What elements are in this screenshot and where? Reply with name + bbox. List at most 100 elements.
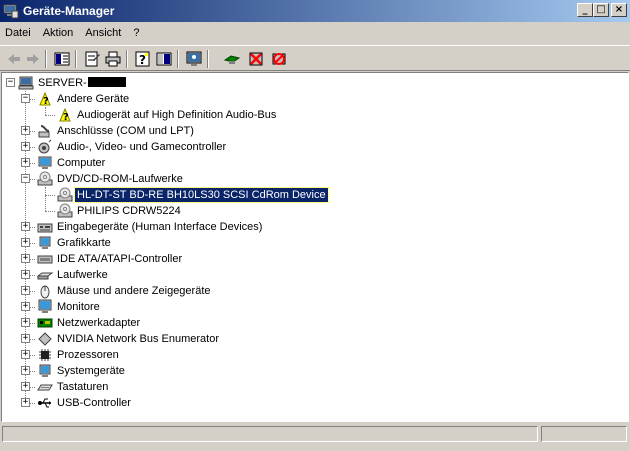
- tree-item-label: Audio-, Video- und Gamecontroller: [57, 141, 227, 153]
- tree-category-node[interactable]: + Computer: [2, 155, 622, 171]
- expand-toggle[interactable]: +: [21, 126, 30, 135]
- tree-device-node[interactable]: PHILIPS CDRW5224: [2, 203, 622, 219]
- tree-item-label: NVIDIA Network Bus Enumerator: [57, 333, 220, 345]
- expand-toggle[interactable]: +: [21, 302, 30, 311]
- tree-category-node[interactable]: + Audio-, Video- und Gamecontroller: [2, 139, 622, 155]
- keyboard-icon: [37, 379, 53, 395]
- tree-category-node[interactable]: + Netzwerkadapter: [2, 315, 622, 331]
- expand-toggle[interactable]: +: [21, 270, 30, 279]
- menu-help[interactable]: ?: [127, 27, 145, 39]
- expand-toggle[interactable]: +: [21, 286, 30, 295]
- svg-text:?: ?: [63, 112, 69, 123]
- cdrom-icon: [37, 171, 53, 187]
- menu-aktion[interactable]: Aktion: [37, 27, 80, 39]
- collapse-toggle[interactable]: −: [21, 174, 30, 183]
- tree-category-node[interactable]: + Eingabegeräte (Human Interface Devices): [2, 219, 622, 235]
- tree-device-node[interactable]: HL-DT-ST BD-RE BH10LS30 SCSI CdRom Devic…: [2, 187, 622, 203]
- close-button[interactable]: ×: [611, 3, 627, 17]
- computer-icon: [37, 155, 53, 171]
- print-icon[interactable]: [104, 50, 122, 68]
- cdrom-icon: [57, 203, 73, 219]
- device-tree[interactable]: − SERVER- −? Andere Geräte ? Audiogerät auf…: [1, 72, 629, 422]
- tree-item-label: Grafikkarte: [57, 237, 111, 249]
- tree-item-label: Andere Geräte: [57, 93, 130, 105]
- cdrom-icon: [57, 187, 73, 203]
- tree-device-node[interactable]: ? Audiogerät auf High Definition Audio-Bu…: [2, 107, 622, 123]
- tree-category-node[interactable]: + Laufwerke: [2, 267, 622, 283]
- tree-item-label: HL-DT-ST BD-RE BH10LS30 SCSI CdRom Devic…: [74, 187, 329, 203]
- menu-datei[interactable]: Datei: [0, 27, 37, 39]
- uninstall-icon[interactable]: [247, 50, 265, 68]
- tree-item-label: Systemgeräte: [57, 365, 125, 377]
- window-title: Geräte-Manager: [23, 4, 115, 18]
- status-pane-secondary: [541, 426, 627, 442]
- forward-arrow-icon[interactable]: [24, 50, 42, 68]
- tree-category-node[interactable]: + Monitore: [2, 299, 622, 315]
- tree-category-node[interactable]: −? Andere Geräte: [2, 91, 622, 107]
- tree-item-label: Netzwerkadapter: [57, 317, 141, 329]
- tree-item-label: PHILIPS CDRW5224: [77, 205, 181, 217]
- expand-toggle[interactable]: +: [21, 318, 30, 327]
- disable-icon[interactable]: [270, 50, 288, 68]
- tree-category-node[interactable]: + Prozessoren: [2, 347, 622, 363]
- view-icon[interactable]: [155, 50, 173, 68]
- minimize-button[interactable]: _: [577, 3, 593, 17]
- menu-ansicht[interactable]: Ansicht: [79, 27, 127, 39]
- properties-icon[interactable]: [83, 50, 101, 68]
- tree-item-label: Monitore: [57, 301, 100, 313]
- unknown-device-icon: ?: [37, 91, 53, 107]
- expand-toggle[interactable]: +: [21, 254, 30, 263]
- tree-item-label: Computer: [57, 157, 106, 169]
- tree-category-node[interactable]: + IDE ATA/ATAPI-Controller: [2, 251, 622, 267]
- tree-category-node[interactable]: + Tastaturen: [2, 379, 622, 395]
- back-arrow-icon[interactable]: [5, 50, 23, 68]
- toolbar-separator: [207, 50, 209, 68]
- device-manager-icon: [3, 3, 19, 19]
- status-pane-main: [2, 426, 538, 442]
- tree-category-node[interactable]: + Anschlüsse (COM und LPT): [2, 123, 622, 139]
- toolbar-separator: [45, 50, 47, 68]
- tree-root-label: SERVER-: [36, 76, 128, 90]
- expand-toggle[interactable]: +: [21, 398, 30, 407]
- expand-toggle[interactable]: +: [21, 350, 30, 359]
- expand-toggle[interactable]: +: [21, 366, 30, 375]
- title-bar[interactable]: Geräte-Manager _ □ ×: [0, 0, 630, 22]
- tree-category-node[interactable]: + Mäuse und andere Zeigegeräte: [2, 283, 622, 299]
- console-tree-icon[interactable]: [53, 50, 71, 68]
- toolbar-separator: [126, 50, 128, 68]
- expand-toggle[interactable]: +: [21, 158, 30, 167]
- server-name-prefix: SERVER-: [38, 77, 87, 89]
- collapse-toggle[interactable]: −: [21, 94, 30, 103]
- collapse-toggle[interactable]: −: [6, 78, 15, 87]
- tree-item-label: Eingabegeräte (Human Interface Devices): [57, 221, 263, 233]
- help-icon[interactable]: ?: [134, 50, 152, 68]
- tree-item-label: Tastaturen: [57, 381, 109, 393]
- tree-category-node[interactable]: − DVD/CD-ROM-Laufwerke: [2, 171, 622, 187]
- update-driver-icon[interactable]: [223, 50, 241, 68]
- tree-item-label: USB-Controller: [57, 397, 131, 409]
- maximize-button[interactable]: □: [593, 3, 609, 17]
- tree-item-label: Mäuse und andere Zeigegeräte: [57, 285, 211, 297]
- expand-toggle[interactable]: +: [21, 222, 30, 231]
- tree-item-label: DVD/CD-ROM-Laufwerke: [57, 173, 183, 185]
- expand-toggle[interactable]: +: [21, 238, 30, 247]
- tree-category-node[interactable]: + Grafikkarte: [2, 235, 622, 251]
- mouse-icon: [37, 283, 53, 299]
- tree-category-node[interactable]: + USB-Controller: [2, 395, 622, 411]
- bus-enumerator-icon: [37, 331, 53, 347]
- tree-item-label: Prozessoren: [57, 349, 119, 361]
- expand-toggle[interactable]: +: [21, 142, 30, 151]
- tree-category-node[interactable]: + Systemgeräte: [2, 363, 622, 379]
- tree-category-node[interactable]: + NVIDIA Network Bus Enumerator: [2, 331, 622, 347]
- audio-icon: [37, 139, 53, 155]
- scan-hardware-icon[interactable]: [185, 50, 203, 68]
- disk-drive-icon: [36, 267, 54, 283]
- svg-text:?: ?: [43, 96, 49, 107]
- tree-root-node[interactable]: − SERVER-: [2, 75, 302, 91]
- toolbar-separator: [177, 50, 179, 68]
- menu-bar: Datei Aktion Ansicht ?: [0, 23, 630, 43]
- toolbar: ?: [0, 45, 630, 71]
- expand-toggle[interactable]: +: [21, 334, 30, 343]
- expand-toggle[interactable]: +: [21, 382, 30, 391]
- display-adapter-icon: [37, 235, 53, 251]
